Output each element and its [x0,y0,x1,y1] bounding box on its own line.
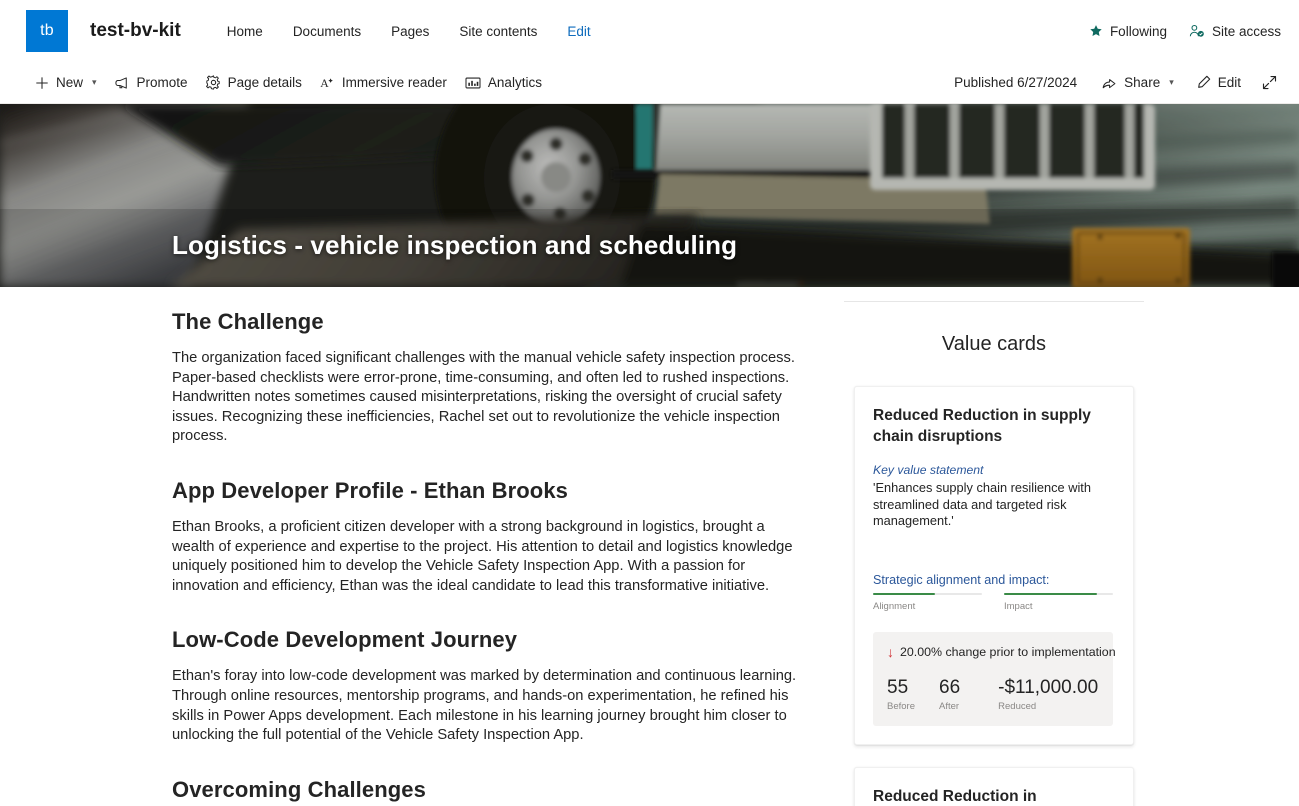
section-overcoming-challenges: Overcoming Challenges [172,777,820,803]
value-card[interactable]: Reduced Reduction in transportation cost… [854,767,1134,806]
strategic-alignment-label: Strategic alignment and impact: [873,572,1050,587]
side-divider [844,301,1144,302]
megaphone-icon [114,76,130,90]
following-label: Following [1109,23,1167,39]
share-label: Share [1124,75,1161,90]
analytics-button[interactable]: Analytics [456,70,551,95]
site-logo-text: tb [40,22,54,39]
value-card[interactable]: Reduced Reduction in supply chain disrup… [854,386,1134,745]
page-body: The Challenge The organization faced sig… [0,287,1299,806]
impact-bar-track [1004,592,1113,595]
section-heading: Low-Code Development Journey [172,627,518,653]
alignment-bar-fill [873,592,936,595]
site-nav: Home Documents Pages Site contents Edit [225,20,593,43]
nav-documents[interactable]: Documents [291,20,363,43]
following-button[interactable]: Following [1089,24,1167,39]
metrics-row: 55 Before 66 After -$11,000.00 Reduced [887,677,1099,712]
section-the-challenge: The Challenge The organization faced sig… [172,309,820,447]
metric-before-value: 55 [887,677,909,698]
promote-button[interactable]: Promote [106,70,197,95]
key-value-statement-label: Key value statement [873,463,984,477]
value-card-title: Reduced Reduction in transportation cost… [873,788,1037,805]
metric-after-caption: After [939,701,960,712]
command-bar-right: Published 6/27/2024 Share ▾ Edit [942,69,1285,96]
analytics-icon [465,76,481,90]
immersive-reader-icon: A [320,75,335,90]
metric-reduced-value: -$11,000.00 [998,677,1099,698]
section-heading: App Developer Profile - Ethan Brooks [172,477,569,503]
section-body: The organization faced significant chall… [172,350,795,445]
metric-after-value: 66 [939,677,961,698]
page-title: Logistics - vehicle inspection and sched… [172,230,738,260]
immersive-reader-label: Immersive reader [341,75,447,90]
promote-label: Promote [136,75,188,90]
people-icon [1189,24,1205,38]
section-low-code-development-journey: Low-Code Development Journey Ethan's for… [172,627,820,745]
hero-banner: Logistics - vehicle inspection and sched… [0,104,1299,287]
site-access-button[interactable]: Site access [1189,24,1281,39]
nav-pages[interactable]: Pages [389,20,431,43]
impact-caption: Impact [1004,601,1033,612]
change-text: 20.00% change prior to implementation [900,645,1116,659]
page-details-button[interactable]: Page details [197,70,311,95]
chevron-down-icon: ▾ [1169,77,1174,87]
metric-reduced-caption: Reduced [998,701,1037,712]
metrics-box: ↓ 20.00% change prior to implementation … [873,632,1116,726]
nav-site-contents[interactable]: Site contents [457,20,539,43]
section-heading: The Challenge [172,309,324,334]
nav-home[interactable]: Home [225,20,265,43]
nav-edit[interactable]: Edit [565,20,592,43]
metric-after: 66 After [939,677,960,712]
gear-icon [205,75,221,90]
command-bar: New ▾ Promote Page details A Immersive r… [0,62,1299,104]
site-access-label: Site access [1211,23,1281,39]
alignment-caption: Alignment [873,601,916,612]
share-button[interactable]: Share ▾ [1093,70,1183,95]
star-icon [1089,24,1103,38]
strategic-bars: Alignment Impact [873,592,1113,612]
plus-icon [35,76,49,90]
change-row: ↓ 20.00% change prior to implementation [887,644,1116,660]
value-cards-heading: Value cards [941,333,1047,355]
new-button[interactable]: New ▾ [26,70,106,95]
pencil-icon [1196,75,1211,90]
value-card-title: Reduced Reduction in supply chain disrup… [873,407,1091,445]
site-header-actions: Following Site access [1089,24,1281,39]
share-icon [1102,76,1117,90]
edit-label: Edit [1217,75,1241,90]
metric-before: 55 Before [887,677,915,712]
side-column: Value cards Reduced Reduction in supply … [820,287,1299,806]
alignment-bar-track [873,592,982,595]
chevron-down-icon: ▾ [92,77,97,87]
main-column: The Challenge The organization faced sig… [0,287,820,806]
site-title[interactable]: test-bv-kit [90,20,181,42]
section-app-developer-profile: App Developer Profile - Ethan Brooks Eth… [172,478,820,596]
key-value-statement-text: 'Enhances supply chain resilience with s… [873,480,1091,528]
arrow-down-icon: ↓ [887,644,894,660]
immersive-reader-button[interactable]: A Immersive reader [311,70,456,95]
analytics-label: Analytics [487,75,542,90]
section-body: Ethan's foray into low-code development … [172,668,797,744]
svg-text:A: A [320,77,329,90]
published-status: Published 6/27/2024 [954,75,1078,90]
section-body: Ethan Brooks, a proficient citizen devel… [172,518,793,594]
expand-icon [1262,75,1277,90]
impact-bar-fill [1004,592,1097,595]
section-heading: Overcoming Challenges [172,776,426,802]
page-details-label: Page details [227,75,302,90]
new-label: New [56,75,84,90]
metric-before-caption: Before [887,701,915,712]
metric-reduced: -$11,000.00 Reduced [998,677,1098,712]
site-logo[interactable]: tb [26,10,68,52]
site-header: tb test-bv-kit Home Documents Pages Site… [0,0,1299,62]
alignment-bar-group: Alignment [873,592,982,612]
edit-button[interactable]: Edit [1187,70,1250,95]
impact-bar-group: Impact [1004,592,1113,612]
full-screen-button[interactable] [1254,69,1285,96]
